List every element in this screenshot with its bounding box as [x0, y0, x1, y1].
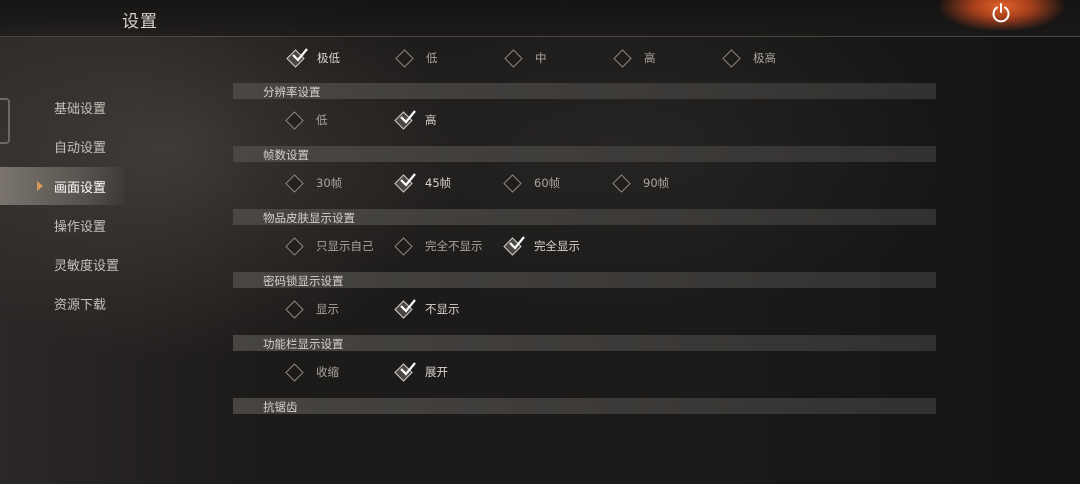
option-label: 极低 — [317, 51, 340, 65]
option-label: 30帧 — [316, 176, 343, 190]
sidebar-item-label: 灵敏度设置 — [54, 259, 120, 274]
section-header-framerate: 帧数设置 — [233, 146, 936, 162]
section-header-resolution: 分辨率设置 — [233, 83, 936, 99]
sidebar-item-label: 自动设置 — [54, 141, 107, 156]
sidebar-item-basic[interactable]: 基础设置 — [0, 88, 125, 126]
check-icon — [400, 110, 416, 124]
option-label: 极高 — [753, 51, 776, 65]
option-label: 完全不显示 — [425, 239, 483, 253]
section-header-toolbar: 功能栏显示设置 — [233, 335, 936, 351]
sidebar-item-label: 画面设置 — [54, 181, 107, 196]
check-icon — [400, 362, 416, 376]
check-icon — [400, 173, 416, 187]
check-icon — [509, 236, 525, 250]
section-title: 密码锁显示设置 — [263, 274, 344, 288]
option-label: 45帧 — [425, 176, 452, 190]
section-header-skin: 物品皮肤显示设置 — [233, 209, 936, 225]
option-label: 低 — [316, 113, 328, 127]
section-title: 分辨率设置 — [263, 85, 321, 99]
sidebar-item-label: 资源下载 — [54, 298, 107, 313]
check-icon — [292, 48, 308, 62]
option-label: 60帧 — [534, 176, 561, 190]
sidebar-item-graphics[interactable]: 画面设置 — [0, 167, 125, 205]
sidebar: 基础设置 自动设置 画面设置 操作设置 灵敏度设置 资源下载 — [0, 84, 230, 344]
section-title: 抗锯齿 — [263, 400, 298, 414]
triangle-right-icon — [37, 181, 43, 191]
option-label: 只显示自己 — [316, 239, 374, 253]
section-header-antialias: 抗锯齿 — [233, 398, 936, 414]
page-title: 设置 — [122, 12, 158, 32]
option-label: 低 — [426, 51, 438, 65]
option-label: 中 — [535, 51, 547, 65]
option-label: 收缩 — [316, 365, 339, 379]
section-title: 功能栏显示设置 — [263, 337, 344, 351]
option-label: 显示 — [316, 302, 339, 316]
sidebar-item-label: 操作设置 — [54, 220, 107, 235]
power-icon — [992, 3, 1010, 23]
sidebar-item-download[interactable]: 资源下载 — [0, 284, 125, 322]
sidebar-item-sensitivity[interactable]: 灵敏度设置 — [0, 245, 125, 283]
sidebar-item-auto[interactable]: 自动设置 — [0, 127, 125, 165]
option-label: 不显示 — [425, 302, 460, 316]
top-bar: 设置 — [0, 0, 1080, 37]
check-icon — [400, 299, 416, 313]
power-button[interactable] — [938, 0, 1066, 30]
sidebar-item-label: 基础设置 — [54, 102, 107, 117]
section-title: 物品皮肤显示设置 — [263, 211, 355, 225]
option-label: 完全显示 — [534, 239, 580, 253]
option-label: 90帧 — [643, 176, 670, 190]
option-label: 高 — [425, 113, 437, 127]
section-title: 帧数设置 — [263, 148, 309, 162]
option-label: 高 — [644, 51, 656, 65]
option-label: 展开 — [425, 365, 448, 379]
sidebar-item-controls[interactable]: 操作设置 — [0, 206, 125, 244]
section-header-lock: 密码锁显示设置 — [233, 272, 936, 288]
